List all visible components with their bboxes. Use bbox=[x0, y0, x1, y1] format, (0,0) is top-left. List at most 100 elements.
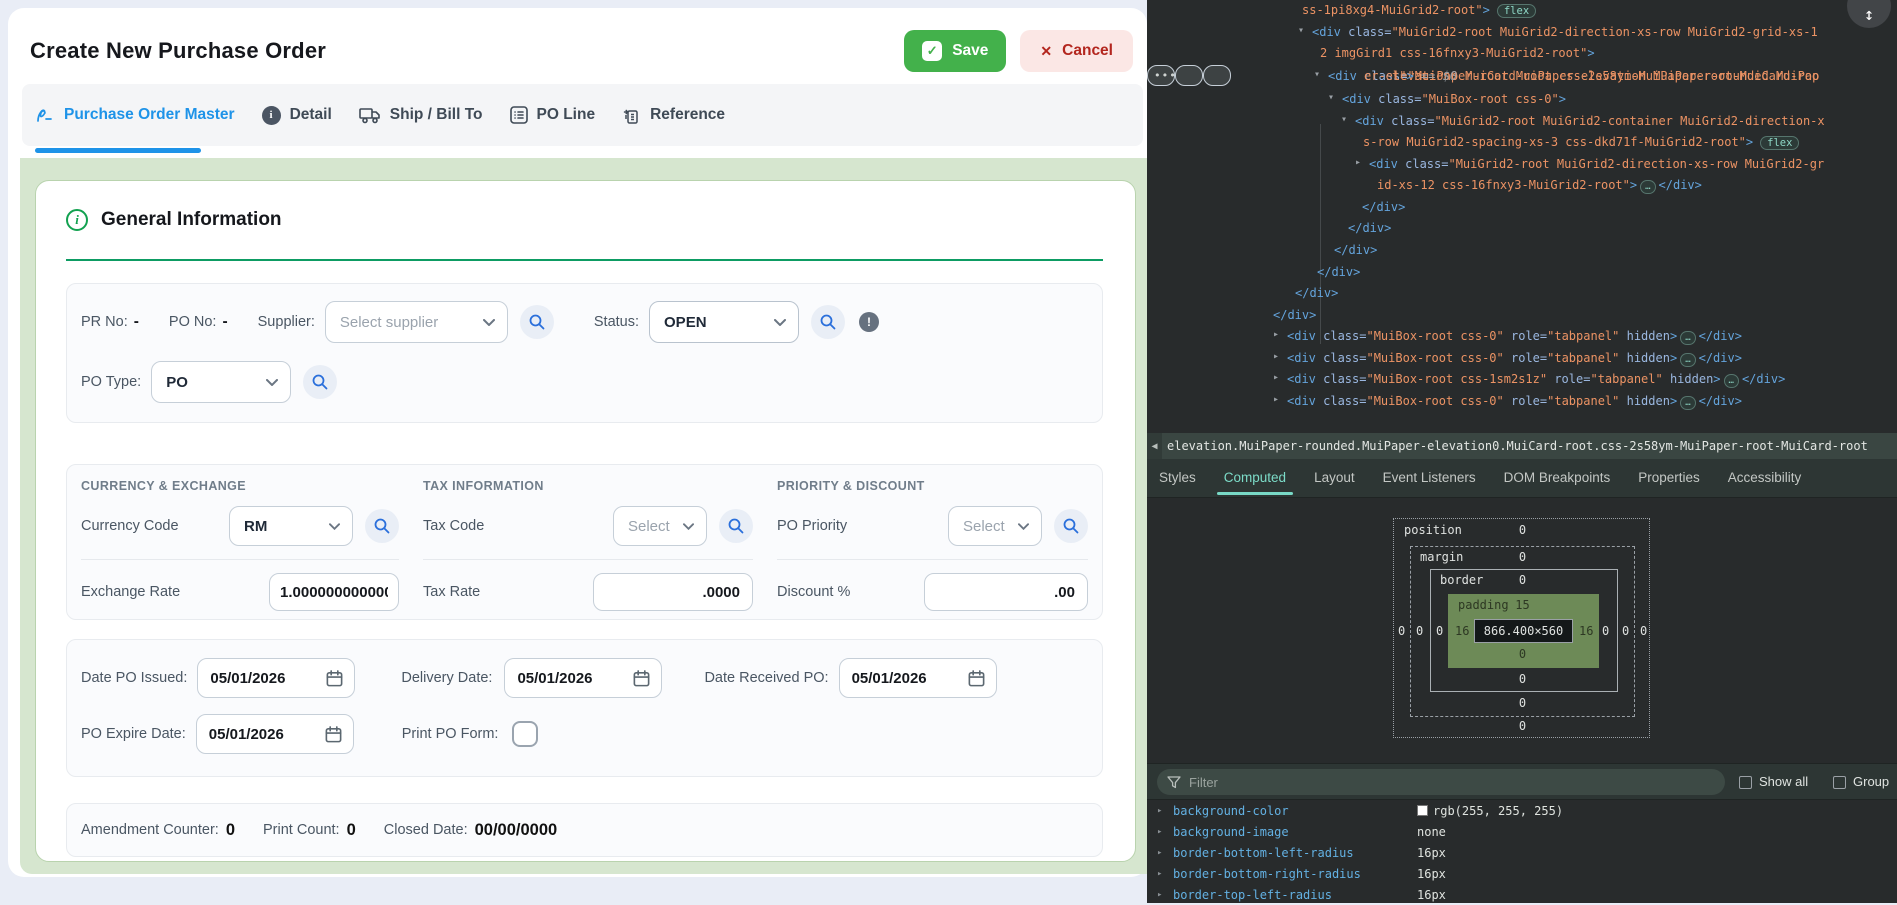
dom-tree-row[interactable]: 2 imgGird1 css-16fnxy3-MuiGrid2-root"> bbox=[1147, 43, 1897, 65]
expand-arrow-icon[interactable]: ▸ bbox=[1157, 806, 1162, 816]
exchange-rate-input[interactable] bbox=[269, 573, 399, 611]
dom-tree-row[interactable]: </div> bbox=[1147, 262, 1897, 284]
save-button[interactable]: ✓ Save bbox=[904, 30, 1006, 72]
tab-ship-bill-to[interactable]: Ship / Bill To bbox=[359, 106, 483, 124]
dom-tree-row[interactable]: </div> bbox=[1147, 305, 1897, 327]
devtools-tab-properties[interactable]: Properties bbox=[1638, 460, 1700, 496]
expand-arrow-icon[interactable]: ▸ bbox=[1355, 157, 1361, 168]
expand-arrow-icon[interactable]: ▸ bbox=[1273, 372, 1279, 383]
app-header: Create New Purchase Order ✓ Save ✕ Cance… bbox=[30, 26, 1133, 76]
devtools-tab-dom-breakpoints[interactable]: DOM Breakpoints bbox=[1504, 460, 1611, 496]
property-value: 16px bbox=[1417, 846, 1446, 860]
pr-no-label: PR No: bbox=[81, 314, 128, 330]
dates-box: Date PO Issued: 05/01/2026 Delivery Date… bbox=[66, 639, 1103, 777]
box-model-diagram[interactable]: position 0 0 0 0 margin 0 0 0 0 border 0… bbox=[1393, 518, 1650, 738]
dom-tree-row[interactable]: </div> bbox=[1147, 240, 1897, 262]
closed-date-value: 00/00/0000 bbox=[475, 821, 558, 840]
dom-tree-row[interactable]: ▸<div class="MuiBox-root css-0" role="ta… bbox=[1147, 326, 1897, 348]
border-top-value: 0 bbox=[1394, 573, 1651, 587]
property-value: rgb(255, 255, 255) bbox=[1417, 804, 1563, 818]
tax-code-select[interactable]: Select bbox=[613, 506, 707, 546]
pr-no-value: - bbox=[134, 313, 139, 331]
currency-code-select[interactable]: RM bbox=[229, 506, 353, 546]
print-count-label: Print Count: bbox=[263, 822, 340, 838]
devtools-tab-computed[interactable]: Computed bbox=[1224, 460, 1286, 496]
collapse-arrow-icon[interactable]: ▾ bbox=[1314, 69, 1320, 80]
dom-tree-row[interactable]: •••▾<div class="MuiPaper-root MuiPaper-e… bbox=[1147, 65, 1175, 87]
currency-search-button[interactable] bbox=[365, 509, 399, 543]
computed-property-row[interactable]: ▸border-bottom-left-radius16px bbox=[1147, 842, 1897, 863]
tax-rate-input[interactable] bbox=[593, 573, 753, 611]
tab-po-line[interactable]: PO Line bbox=[510, 106, 596, 124]
devtools-tab-accessibility[interactable]: Accessibility bbox=[1728, 460, 1802, 496]
expand-arrow-icon[interactable]: ▸ bbox=[1273, 329, 1279, 340]
computed-property-row[interactable]: ▸background-imagenone bbox=[1147, 821, 1897, 842]
dom-tree-row[interactable]: ▸<div class="MuiGrid2-root MuiGrid2-dire… bbox=[1147, 154, 1897, 176]
expand-arrow-icon[interactable]: ▸ bbox=[1157, 827, 1162, 837]
dom-tree-row[interactable]: ▾<div class="MuiGrid2-root MuiGrid2-cont… bbox=[1147, 111, 1897, 133]
expand-arrow-icon[interactable]: ▸ bbox=[1273, 394, 1279, 405]
property-name: border-bottom-right-radius bbox=[1173, 867, 1361, 881]
devtools-tab-event-listeners[interactable]: Event Listeners bbox=[1383, 460, 1476, 496]
date-po-issued-input[interactable]: 05/01/2026 bbox=[197, 658, 355, 698]
dom-tree-row[interactable]: id-xs-12 css-16fnxy3-MuiGrid2-root">…</d… bbox=[1147, 175, 1897, 197]
cancel-button[interactable]: ✕ Cancel bbox=[1020, 30, 1133, 72]
dom-tree-row[interactable]: t"> == $0 bbox=[1203, 65, 1231, 87]
breadcrumb-scroll-left-button[interactable]: ◀ bbox=[1147, 433, 1162, 459]
supplier-select[interactable]: Select supplier bbox=[325, 301, 508, 343]
po-priority-search-button[interactable] bbox=[1054, 509, 1088, 543]
computed-property-row[interactable]: ▸border-bottom-right-radius16px bbox=[1147, 863, 1897, 884]
po-priority-select[interactable]: Select bbox=[948, 506, 1042, 546]
dom-tree-row[interactable]: </div> bbox=[1147, 197, 1897, 219]
priority-discount-group: PRIORITY & DISCOUNT PO Priority Select bbox=[777, 479, 1088, 619]
chevron-down-icon bbox=[683, 523, 694, 530]
dom-tree-row[interactable]: ▾<div class="MuiBox-root css-0"> bbox=[1147, 89, 1897, 111]
margin-top-value: 0 bbox=[1394, 550, 1651, 564]
expand-arrow-icon[interactable]: ▸ bbox=[1273, 351, 1279, 362]
dom-tree-row[interactable]: ▸<div class="MuiBox-root css-1sm2s1z" ro… bbox=[1147, 369, 1897, 391]
collapse-arrow-icon[interactable]: ▾ bbox=[1341, 114, 1347, 125]
supplier-search-button[interactable] bbox=[520, 305, 554, 339]
breadcrumb-text[interactable]: elevation.MuiPaper-rounded.MuiPaper-elev… bbox=[1162, 439, 1868, 453]
dom-tree-row[interactable]: er-elevation0 MuiCard-root css-2s58ym-Mu… bbox=[1175, 65, 1203, 87]
dom-tree-row[interactable]: s-row MuiGrid2-spacing-xs-3 css-dkd71f-M… bbox=[1147, 132, 1897, 154]
date-received-po-input[interactable]: 05/01/2026 bbox=[839, 658, 997, 698]
computed-property-row[interactable]: ▸border-top-left-radius16px bbox=[1147, 884, 1897, 905]
dom-tree-row[interactable]: ▾<div class="MuiGrid2-root MuiGrid2-dire… bbox=[1147, 22, 1897, 44]
dom-tree-row[interactable]: </div> bbox=[1147, 283, 1897, 305]
status-select[interactable]: OPEN bbox=[649, 301, 799, 343]
expand-arrow-icon[interactable]: ▸ bbox=[1157, 848, 1162, 858]
discount-input[interactable] bbox=[924, 573, 1088, 611]
info-outline-icon: i bbox=[66, 209, 88, 231]
collapse-arrow-icon[interactable]: ▾ bbox=[1328, 92, 1334, 103]
computed-property-row[interactable]: ▸background-colorrgb(255, 255, 255) bbox=[1147, 800, 1897, 821]
divider bbox=[81, 559, 399, 560]
currency-code-label: Currency Code bbox=[81, 518, 179, 534]
filter-input[interactable] bbox=[1189, 775, 1669, 790]
group-checkbox[interactable] bbox=[1833, 776, 1846, 789]
po-expire-date-input[interactable]: 05/01/2026 bbox=[196, 714, 354, 754]
po-type-search-button[interactable] bbox=[303, 365, 337, 399]
collapse-arrow-icon[interactable]: ▾ bbox=[1298, 25, 1304, 36]
tab-reference[interactable]: Reference bbox=[622, 106, 725, 125]
dom-tree-row[interactable]: ▸<div class="MuiBox-root css-0" role="ta… bbox=[1147, 348, 1897, 370]
po-type-select[interactable]: PO bbox=[151, 361, 291, 403]
exchange-rate-label: Exchange Rate bbox=[81, 584, 180, 600]
dom-tree-row[interactable]: ▸<div class="MuiBox-root css-0" role="ta… bbox=[1147, 391, 1897, 413]
print-po-form-checkbox[interactable] bbox=[512, 721, 538, 747]
dom-tree-row[interactable]: ss-1pi8xg4-MuiGrid2-root">flex bbox=[1147, 0, 1897, 22]
expand-arrow-icon[interactable]: ▸ bbox=[1157, 890, 1162, 900]
property-name: border-top-left-radius bbox=[1173, 888, 1332, 902]
delivery-date-input[interactable]: 05/01/2026 bbox=[504, 658, 662, 698]
color-swatch bbox=[1417, 805, 1428, 816]
tab-purchase-order-master[interactable]: Purchase Order Master bbox=[35, 106, 235, 124]
calendar-icon bbox=[325, 669, 344, 688]
devtools-tab-layout[interactable]: Layout bbox=[1314, 460, 1355, 496]
tab-detail[interactable]: i Detail bbox=[262, 106, 332, 125]
tax-code-search-button[interactable] bbox=[719, 509, 753, 543]
status-search-button[interactable] bbox=[811, 305, 845, 339]
show-all-checkbox[interactable] bbox=[1739, 776, 1752, 789]
dom-tree-row[interactable]: </div> bbox=[1147, 218, 1897, 240]
devtools-tab-styles[interactable]: Styles bbox=[1159, 460, 1196, 496]
expand-arrow-icon[interactable]: ▸ bbox=[1157, 869, 1162, 879]
